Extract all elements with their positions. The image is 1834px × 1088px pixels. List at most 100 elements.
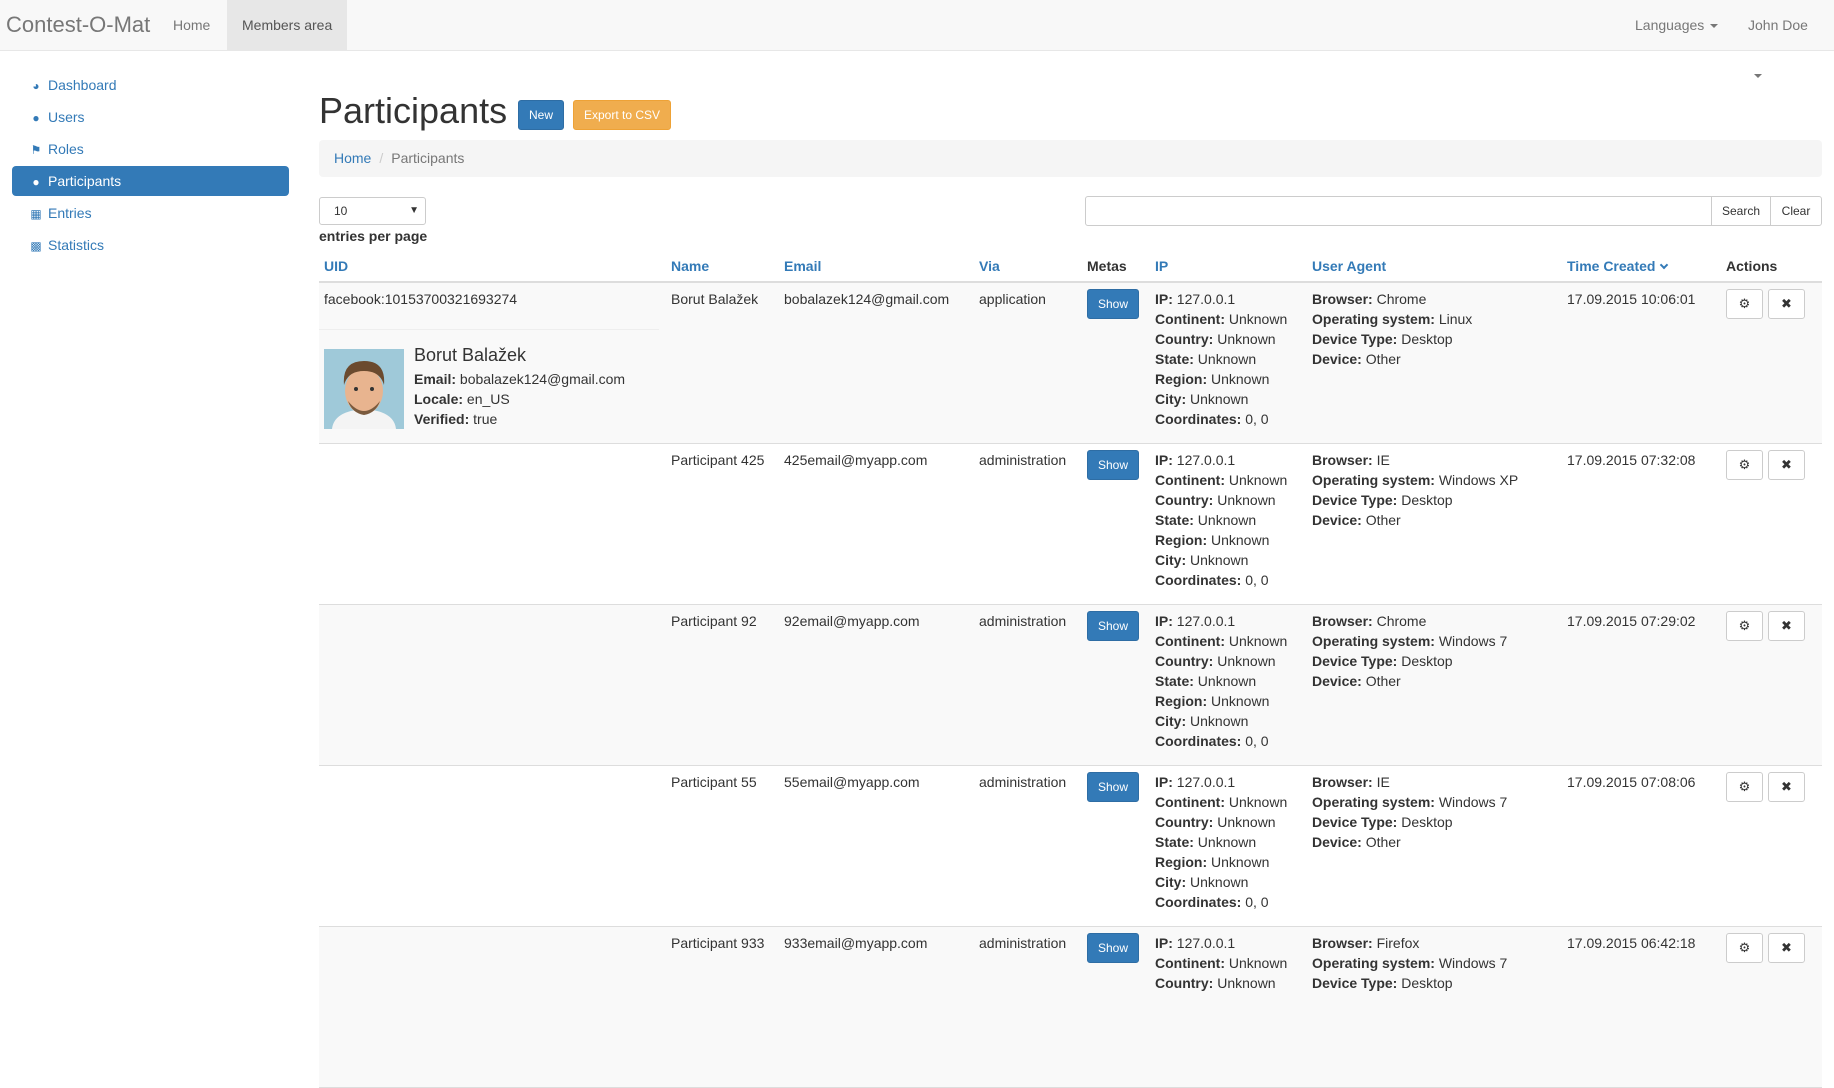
- brand-logo[interactable]: Contest-O-Mat: [6, 12, 150, 38]
- state-value: Unknown: [1197, 512, 1257, 528]
- column-name[interactable]: Name: [671, 258, 709, 274]
- new-button[interactable]: New: [518, 100, 565, 130]
- search-input[interactable]: [1085, 196, 1712, 226]
- device-type-value: Desktop: [1401, 975, 1453, 991]
- sidebar-item-roles[interactable]: ⚑ Roles: [12, 134, 289, 164]
- gear-icon: ⚙: [1738, 618, 1751, 633]
- fb-verified-label: Verified:: [414, 411, 470, 427]
- column-user-agent[interactable]: User Agent: [1312, 258, 1386, 274]
- user-name: John Doe: [1748, 17, 1808, 33]
- clear-button[interactable]: Clear: [1770, 196, 1822, 226]
- show-metas-button[interactable]: Show: [1087, 933, 1139, 963]
- country-label: Country:: [1155, 331, 1214, 347]
- close-icon: ✖: [1781, 940, 1792, 955]
- column-time-created[interactable]: Time Created: [1567, 258, 1669, 274]
- state-label: State:: [1155, 512, 1194, 528]
- settings-button[interactable]: ⚙: [1726, 450, 1763, 480]
- nav-members-area[interactable]: Members area: [227, 0, 348, 50]
- country-value: Unknown: [1217, 653, 1276, 669]
- table-row: Participant 92 92email@myapp.com adminis…: [319, 605, 1822, 766]
- column-via[interactable]: Via: [979, 258, 1000, 274]
- state-value: Unknown: [1197, 351, 1257, 367]
- region-value: Unknown: [1211, 854, 1270, 870]
- column-uid[interactable]: UID: [324, 258, 348, 274]
- ip-label: IP:: [1155, 291, 1173, 307]
- user-dropdown[interactable]: John Doe: [1733, 0, 1834, 79]
- state-value: Unknown: [1197, 834, 1257, 850]
- entries-per-page-select[interactable]: 10 ▼: [319, 197, 426, 225]
- device-value: Other: [1365, 834, 1401, 850]
- time-created-cell: 17.09.2015 06:42:18: [1567, 935, 1696, 951]
- delete-button[interactable]: ✖: [1768, 933, 1805, 963]
- ip-value: 127.0.0.1: [1176, 291, 1236, 307]
- city-value: Unknown: [1190, 874, 1249, 890]
- region-value: Unknown: [1211, 371, 1270, 387]
- via-cell: administration: [979, 452, 1067, 468]
- close-icon: ✖: [1781, 457, 1792, 472]
- fb-name: Borut Balažek: [414, 345, 527, 365]
- fb-verified: true: [473, 411, 498, 427]
- region-label: Region:: [1155, 854, 1208, 870]
- os-label: Operating system:: [1312, 794, 1435, 810]
- continent-value: Unknown: [1228, 794, 1288, 810]
- ip-cell: IP: 127.0.0.1 Continent: Unknown Country…: [1155, 450, 1287, 590]
- sidebar-item-entries[interactable]: ▦ Entries: [12, 198, 289, 228]
- column-metas: Metas: [1087, 258, 1127, 274]
- close-icon: ✖: [1781, 618, 1792, 633]
- device-type-value: Desktop: [1401, 492, 1453, 508]
- settings-button[interactable]: ⚙: [1726, 611, 1763, 641]
- continent-label: Continent:: [1155, 472, 1225, 488]
- coordinates-value: 0, 0: [1245, 411, 1269, 427]
- sidebar-item-statistics[interactable]: ▩ Statistics: [12, 230, 289, 260]
- state-label: State:: [1155, 351, 1194, 367]
- show-metas-button[interactable]: Show: [1087, 611, 1139, 641]
- os-value: Windows 7: [1438, 633, 1508, 649]
- search-button[interactable]: Search: [1711, 196, 1771, 226]
- users-icon: ●: [32, 175, 40, 189]
- ip-label: IP:: [1155, 935, 1173, 951]
- show-metas-button[interactable]: Show: [1087, 289, 1139, 319]
- delete-button[interactable]: ✖: [1768, 289, 1805, 319]
- sidebar: ◕ Dashboard ● Users ⚑ Roles ● Participants ▦…: [12, 70, 289, 262]
- nav-home[interactable]: Home: [158, 0, 225, 50]
- sidebar-item-participants[interactable]: ● Participants: [12, 166, 289, 196]
- device-type-label: Device Type:: [1312, 653, 1398, 669]
- os-value: Linux: [1438, 311, 1473, 327]
- user-agent-cell: Browser: Chrome Operating system: Window…: [1312, 611, 1507, 691]
- delete-button[interactable]: ✖: [1768, 450, 1805, 480]
- browser-value: Chrome: [1376, 291, 1427, 307]
- settings-button[interactable]: ⚙: [1726, 772, 1763, 802]
- via-cell: application: [979, 291, 1046, 307]
- show-metas-button[interactable]: Show: [1087, 450, 1139, 480]
- device-type-label: Device Type:: [1312, 814, 1398, 830]
- column-email[interactable]: Email: [784, 258, 821, 274]
- breadcrumb-home[interactable]: Home: [334, 150, 371, 166]
- bar-chart-icon: ▩: [30, 239, 42, 253]
- user-agent-cell: Browser: IE Operating system: Windows 7 …: [1312, 772, 1507, 852]
- delete-button[interactable]: ✖: [1768, 611, 1805, 641]
- settings-button[interactable]: ⚙: [1726, 933, 1763, 963]
- languages-dropdown[interactable]: Languages: [1620, 0, 1733, 50]
- ip-value: 127.0.0.1: [1176, 935, 1236, 951]
- fb-locale-label: Locale:: [414, 391, 464, 407]
- sidebar-item-label: Statistics: [48, 237, 105, 253]
- gear-icon: ⚙: [1738, 296, 1751, 311]
- device-type-label: Device Type:: [1312, 492, 1398, 508]
- export-csv-button[interactable]: Export to CSV: [573, 100, 672, 130]
- city-value: Unknown: [1190, 552, 1249, 568]
- email-cell: bobalazek124@gmail.com: [784, 291, 950, 307]
- page-title: Participants: [319, 90, 508, 131]
- languages-label: Languages: [1635, 17, 1705, 33]
- participants-table: UID Name Email Via Metas IP User Agent T…: [319, 256, 1822, 1088]
- country-label: Country:: [1155, 492, 1214, 508]
- delete-button[interactable]: ✖: [1768, 772, 1805, 802]
- os-value: Windows XP: [1438, 472, 1519, 488]
- ip-cell: IP: 127.0.0.1 Continent: Unknown Country…: [1155, 933, 1287, 993]
- column-ip[interactable]: IP: [1155, 258, 1168, 274]
- show-metas-button[interactable]: Show: [1087, 772, 1139, 802]
- table-row: Participant 933 933email@myapp.com admin…: [319, 927, 1822, 1088]
- settings-button[interactable]: ⚙: [1726, 289, 1763, 319]
- browser-value: Chrome: [1376, 613, 1427, 629]
- sidebar-item-users[interactable]: ● Users: [12, 102, 289, 132]
- sidebar-item-dashboard[interactable]: ◕ Dashboard: [12, 70, 289, 100]
